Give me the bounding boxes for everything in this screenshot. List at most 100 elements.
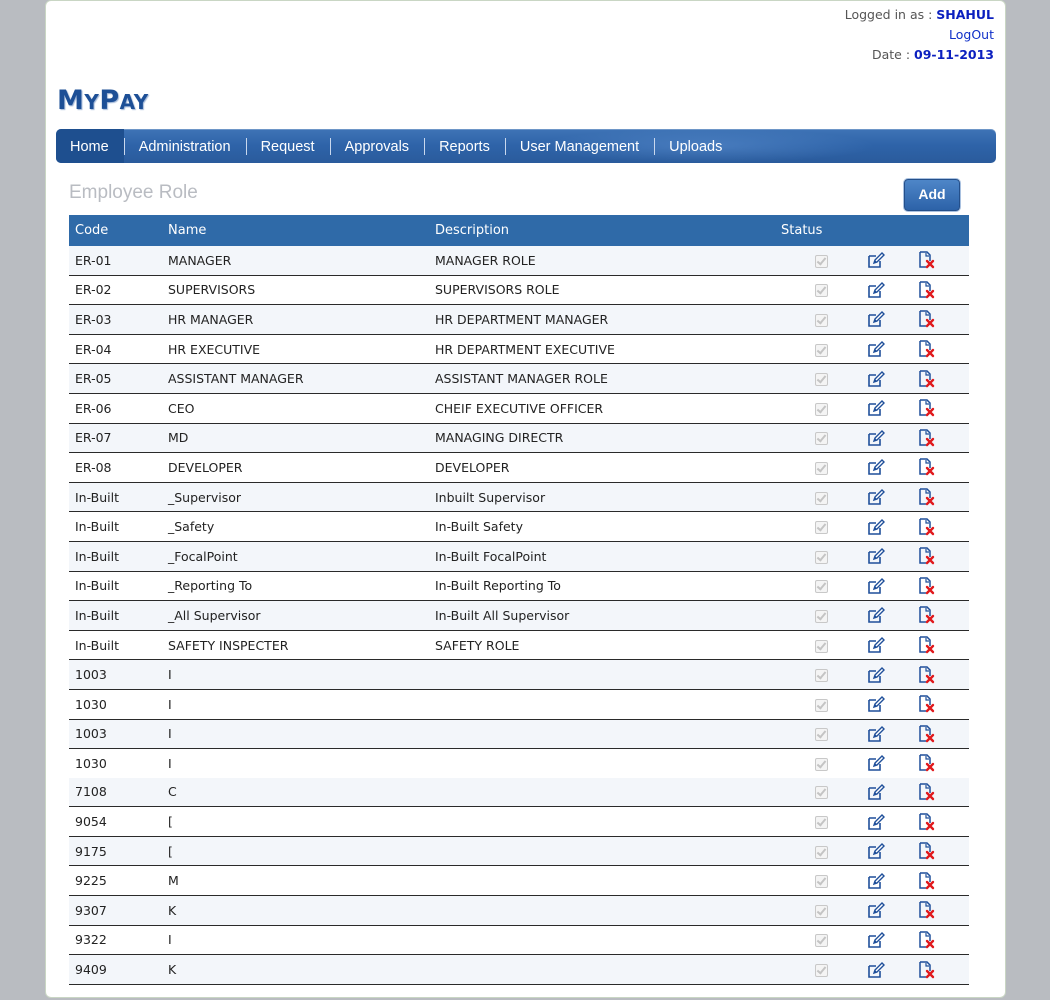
nav-item-user-management[interactable]: User Management <box>504 129 654 163</box>
edit-icon[interactable] <box>867 310 885 328</box>
delete-icon[interactable] <box>917 458 935 476</box>
delete-icon[interactable] <box>917 251 935 269</box>
cell-edit <box>861 511 911 542</box>
table-row: ER-04 HR EXECUTIVE HR DEPARTMENT EXECUTIVE <box>69 334 969 365</box>
cell-code: 9307 <box>69 895 162 926</box>
user-info: Logged in as : SHAHUL LogOut Date : 09-1… <box>845 5 994 65</box>
delete-icon[interactable] <box>917 577 935 595</box>
cell-edit <box>861 275 911 306</box>
edit-icon[interactable] <box>867 901 885 919</box>
cell-delete <box>911 571 969 602</box>
edit-icon[interactable] <box>867 872 885 890</box>
delete-icon[interactable] <box>917 606 935 624</box>
cell-edit <box>861 600 911 631</box>
nav-item-request[interactable]: Request <box>245 129 330 163</box>
cell-edit <box>861 393 911 424</box>
edit-icon[interactable] <box>867 606 885 624</box>
delete-icon[interactable] <box>917 429 935 447</box>
nav-item-home[interactable]: Home <box>56 129 124 163</box>
edit-icon[interactable] <box>867 399 885 417</box>
cell-edit <box>861 452 911 483</box>
date-line: Date : 09-11-2013 <box>845 45 994 65</box>
edit-icon[interactable] <box>867 695 885 713</box>
cell-edit <box>861 246 911 276</box>
cell-description <box>429 689 775 720</box>
edit-icon[interactable] <box>867 340 885 358</box>
status-checkbox <box>815 934 828 948</box>
logout-link[interactable]: LogOut <box>949 27 994 42</box>
cell-edit <box>861 719 911 750</box>
cell-edit <box>861 806 911 837</box>
cell-status <box>775 954 861 985</box>
edit-icon[interactable] <box>867 754 885 772</box>
edit-icon[interactable] <box>867 961 885 979</box>
delete-icon[interactable] <box>917 517 935 536</box>
cell-name: K <box>162 954 429 985</box>
delete-icon[interactable] <box>917 665 935 684</box>
delete-icon[interactable] <box>917 399 935 417</box>
edit-icon[interactable] <box>867 577 885 595</box>
delete-icon[interactable] <box>917 488 935 506</box>
cell-delete <box>911 895 969 926</box>
delete-icon[interactable] <box>917 636 935 654</box>
nav-item-administration[interactable]: Administration <box>123 129 246 163</box>
edit-icon[interactable] <box>867 251 885 269</box>
cell-delete <box>911 423 969 454</box>
edit-icon[interactable] <box>867 458 885 476</box>
cell-name: HR EXECUTIVE <box>162 334 429 365</box>
delete-icon[interactable] <box>917 340 935 358</box>
edit-icon[interactable] <box>867 518 885 536</box>
delete-icon[interactable] <box>917 812 935 831</box>
nav-item-approvals[interactable]: Approvals <box>329 129 424 163</box>
cell-status <box>775 246 861 276</box>
delete-icon[interactable] <box>917 281 935 299</box>
edit-icon[interactable] <box>867 488 885 506</box>
nav-item-uploads[interactable]: Uploads <box>654 129 737 163</box>
delete-icon[interactable] <box>917 369 935 388</box>
cell-code: 9409 <box>69 954 162 985</box>
nav-item-reports[interactable]: Reports <box>424 129 505 163</box>
cell-description <box>429 659 775 690</box>
delete-icon[interactable] <box>917 872 935 890</box>
edit-icon[interactable] <box>867 429 885 447</box>
cell-name: _Supervisor <box>162 482 429 513</box>
delete-icon[interactable] <box>917 931 935 949</box>
edit-icon[interactable] <box>867 813 885 831</box>
delete-icon[interactable] <box>917 901 935 919</box>
delete-icon[interactable] <box>917 842 935 860</box>
add-button[interactable]: Add <box>904 179 960 211</box>
delete-icon[interactable] <box>917 754 935 772</box>
cell-code: 1030 <box>75 755 107 771</box>
delete-icon[interactable] <box>917 783 935 801</box>
cell-edit <box>861 334 911 365</box>
status-checkbox <box>815 639 828 653</box>
delete-icon[interactable] <box>917 695 935 713</box>
cell-description: MANAGER ROLE <box>429 246 775 276</box>
delete-icon[interactable] <box>917 725 935 743</box>
delete-icon[interactable] <box>917 547 935 565</box>
cell-name: _Reporting To <box>162 571 429 602</box>
edit-icon[interactable] <box>867 725 885 743</box>
edit-icon[interactable] <box>867 666 885 684</box>
table-row: ER-03 HR MANAGER HR DEPARTMENT MANAGER <box>69 304 969 335</box>
status-checkbox <box>815 904 828 918</box>
cell-edit <box>861 865 911 897</box>
delete-icon[interactable] <box>917 960 935 979</box>
edit-icon[interactable] <box>867 370 885 388</box>
edit-icon[interactable] <box>867 783 885 801</box>
col-status: Status <box>775 215 861 246</box>
edit-icon[interactable] <box>867 931 885 949</box>
cell-description <box>429 895 775 926</box>
cell-name: I <box>162 659 429 690</box>
edit-icon[interactable] <box>867 842 885 860</box>
edit-icon[interactable] <box>867 636 885 654</box>
cell-code: ER-07 <box>69 423 162 454</box>
edit-icon[interactable] <box>867 547 885 565</box>
edit-icon[interactable] <box>867 281 885 299</box>
date-label: Date : <box>871 47 915 62</box>
table-row: 1030 I <box>69 689 969 720</box>
cell-code: ER-08 <box>69 452 162 483</box>
cell-name: C <box>162 777 429 808</box>
delete-icon[interactable] <box>917 310 935 328</box>
cell-status <box>775 659 861 690</box>
